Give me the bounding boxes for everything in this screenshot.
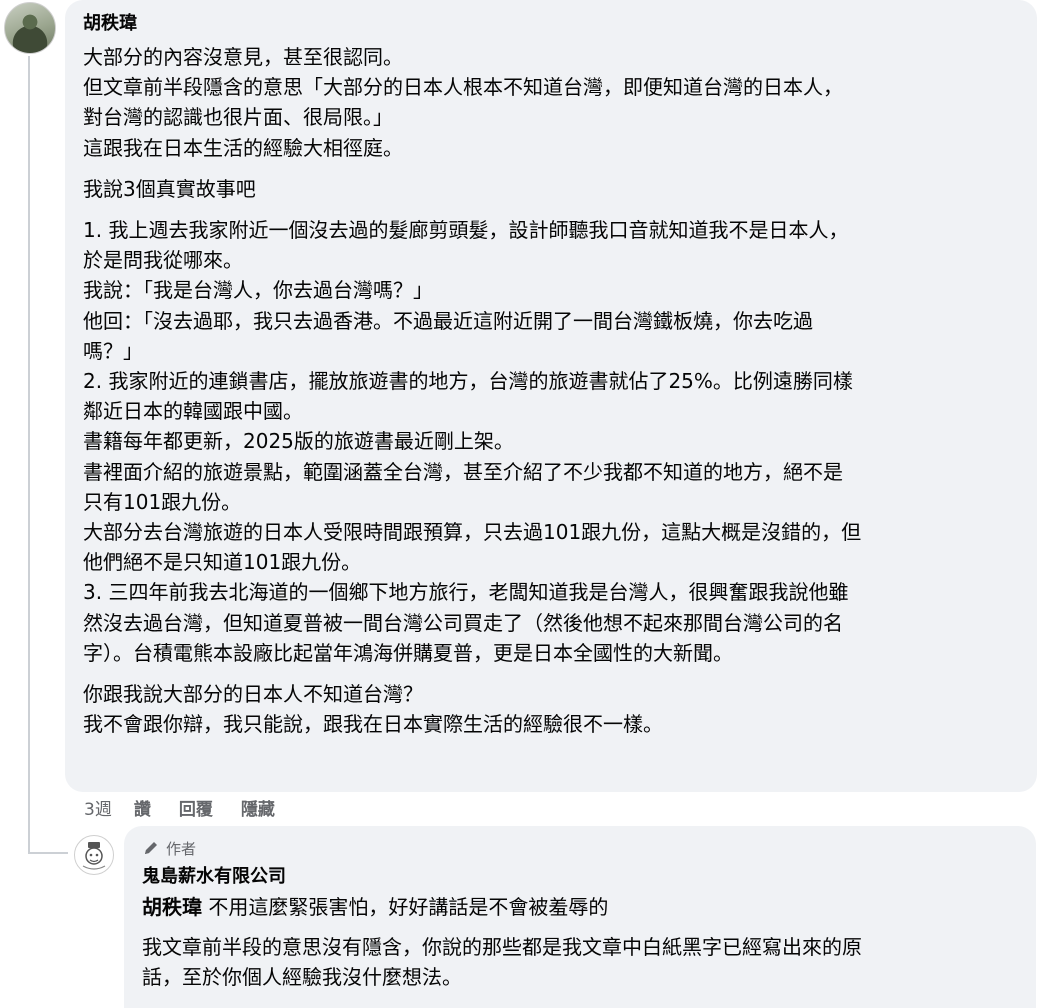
reply-first-line: 胡秩瑋 不用這麼緊張害怕，好好講話是不會被羞辱的 bbox=[142, 892, 1018, 922]
comment-line: 嗎？」 bbox=[83, 338, 143, 363]
author-badge: 作者 bbox=[142, 836, 1018, 860]
comment-line: 書裡面介紹的旅遊景點，範圍涵蓋全台灣，甚至介紹了不少我都不知道的地方，絕不是 bbox=[83, 459, 843, 484]
like-button[interactable]: 讚 bbox=[134, 795, 151, 820]
comment-line: 但文章前半段隱含的意思「大部分的日本人根本不知道台灣，即便知道台灣的日本人， bbox=[83, 75, 843, 100]
comment-line: 我說：「我是台灣人，你去過台灣嗎？」 bbox=[83, 278, 433, 303]
comment-line: 我不會跟你辯，我只能說，跟我在日本實際生活的經驗很不一樣。 bbox=[83, 712, 663, 737]
comment-line: 鄰近日本的韓國跟中國。 bbox=[83, 399, 303, 424]
reply-line: 話，至於你個人經驗我沒什麼想法。 bbox=[142, 965, 462, 990]
comment-line: 只有101跟九份。 bbox=[83, 489, 242, 514]
comment-line: 書籍每年都更新，2025版的旅遊書最近剛上架。 bbox=[83, 429, 514, 454]
comment-line: 這跟我在日本生活的經驗大相徑庭。 bbox=[83, 135, 403, 160]
comment-line: 對台灣的認識也很片面、很局限。」 bbox=[83, 105, 393, 130]
comment-line: 我說3個真實故事吧 bbox=[83, 176, 256, 201]
reply-first-line-text: 不用這麼緊張害怕，好好講話是不會被羞辱的 bbox=[208, 895, 609, 919]
thread-connector-horizontal bbox=[28, 852, 68, 854]
comment-paragraph: 大部分的內容沒意見，甚至很認同。但文章前半段隱含的意思「大部分的日本人根本不知道… bbox=[83, 42, 1019, 163]
reply-line: 我文章前半段的意思沒有隱含，你說的那些都是我文章中白紙黑字已經寫出來的原 bbox=[142, 935, 862, 960]
comment-line: 字）。台積電熊本設廠比起當年鴻海併購夏普，更是日本全國性的大新聞。 bbox=[83, 640, 733, 665]
comment-line: 1. 我上週去我家附近一個沒去過的髮廊剪頭髮，設計師聽我口音就知道我不是日本人， bbox=[83, 218, 849, 243]
comment-line: 他們絕不是只知道101跟九份。 bbox=[83, 550, 362, 575]
comment-line: 於是問我從哪來。 bbox=[83, 248, 243, 273]
reply-body: 我文章前半段的意思沒有隱含，你說的那些都是我文章中白紙黑字已經寫出來的原 話，至於… bbox=[142, 932, 1018, 992]
comment-actions: 3週 讚 回覆 隱藏 bbox=[84, 792, 303, 822]
pencil-icon bbox=[145, 842, 157, 854]
comment-line: 大部分的內容沒意見，甚至很認同。 bbox=[83, 45, 403, 69]
ghost-island-logo-icon bbox=[76, 837, 112, 873]
comment-timestamp[interactable]: 3週 bbox=[84, 795, 112, 820]
comment-body: 大部分的內容沒意見，甚至很認同。但文章前半段隱含的意思「大部分的日本人根本不知道… bbox=[83, 42, 1019, 739]
mention-link[interactable]: 胡秩瑋 bbox=[142, 895, 202, 919]
comment-line: 大部分去台灣旅遊的日本人受限時間跟預算，只去過101跟九份，這點大概是沒錯的，但 bbox=[83, 520, 862, 545]
comment-paragraph: 1. 我上週去我家附近一個沒去過的髮廊剪頭髮，設計師聽我口音就知道我不是日本人，… bbox=[83, 215, 1019, 668]
comment-line: 3. 三四年前我去北海道的一個鄉下地方旅行，老闆知道我是台灣人，很興奮跟我說他雖 bbox=[83, 580, 849, 605]
page-avatar[interactable] bbox=[74, 835, 114, 875]
reply-button[interactable]: 回覆 bbox=[179, 795, 213, 820]
reply-author-name[interactable]: 鬼島薪水有限公司 bbox=[142, 862, 1018, 892]
comment-author-name[interactable]: 胡秩瑋 bbox=[83, 10, 1019, 36]
comment-line: 你跟我說大部分的日本人不知道台灣？ bbox=[83, 682, 423, 707]
thread-connector-vertical bbox=[28, 56, 30, 852]
hide-button[interactable]: 隱藏 bbox=[241, 795, 275, 820]
comment-line: 他回：「沒去過耶，我只去過香港。不過最近這附近開了一間台灣鐵板燒，你去吃過 bbox=[83, 308, 813, 333]
comment-paragraph: 你跟我說大部分的日本人不知道台灣？ 我不會跟你辯，我只能說，跟我在日本實際生活的經… bbox=[83, 679, 1019, 739]
comment-paragraph: 我說3個真實故事吧 bbox=[83, 174, 1019, 204]
commenter-avatar[interactable] bbox=[4, 2, 56, 54]
comment-line: 然沒去過台灣，但知道夏普被一間台灣公司買走了（然後他想不起來那間台灣公司的名 bbox=[83, 610, 843, 635]
reply-comment-bubble: 作者 鬼島薪水有限公司 胡秩瑋 不用這麼緊張害怕，好好講話是不會被羞辱的 我文章… bbox=[124, 826, 1036, 1008]
author-badge-label: 作者 bbox=[166, 839, 197, 858]
main-comment-bubble: 胡秩瑋 大部分的內容沒意見，甚至很認同。但文章前半段隱含的意思「大部分的日本人根… bbox=[65, 0, 1037, 792]
comment-line: 2. 我家附近的連鎖書店，擺放旅遊書的地方，台灣的旅遊書就佔了25%。比例遠勝同… bbox=[83, 369, 853, 394]
